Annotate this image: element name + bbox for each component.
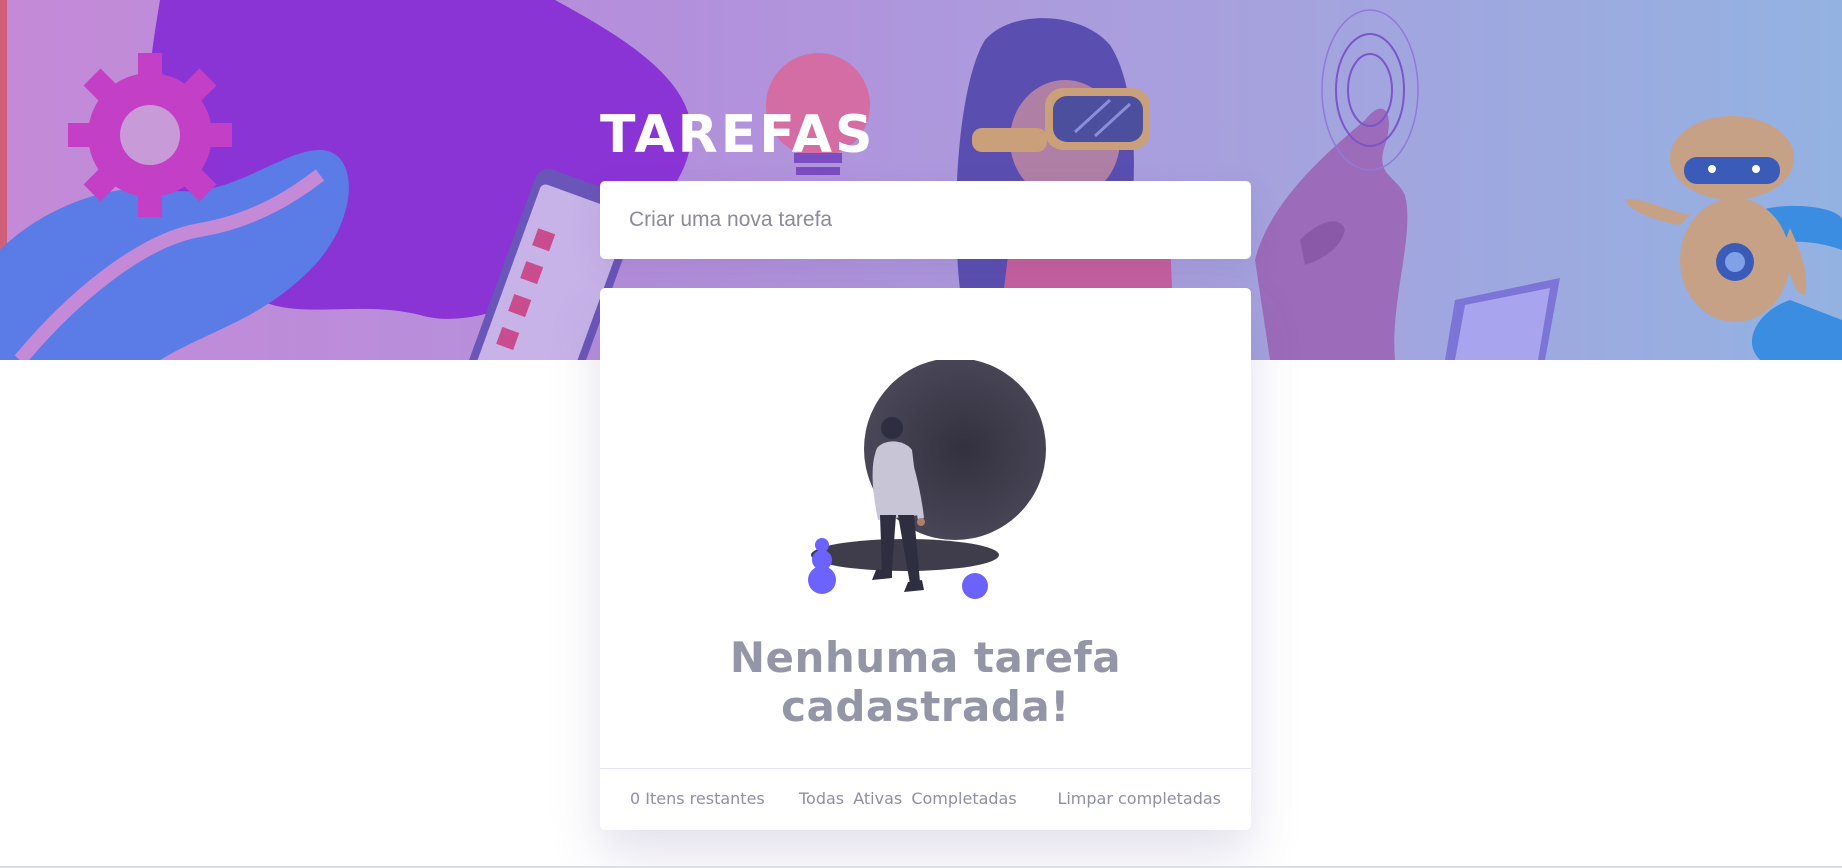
empty-state-message: Nenhuma tarefa cadastrada! <box>729 633 1122 731</box>
accent-dot <box>808 566 836 594</box>
accent-dot <box>812 550 832 570</box>
items-left-count: 0 Itens restantes <box>630 789 765 808</box>
filter-group: Todas Ativas Completadas <box>799 789 1021 808</box>
gear-icon <box>68 53 232 217</box>
task-footer: 0 Itens restantes Todas Ativas Completad… <box>600 768 1251 830</box>
laptop-icon <box>1445 278 1560 360</box>
filter-active[interactable]: Ativas <box>853 789 902 808</box>
page-title: TAREFAS <box>600 105 876 165</box>
clear-completed-button[interactable]: Limpar completadas <box>1057 789 1221 808</box>
accent-dot <box>962 573 988 599</box>
filter-all[interactable]: Todas <box>799 789 844 808</box>
task-list-card: Nenhuma tarefa cadastrada! 0 Itens resta… <box>600 288 1251 830</box>
empty-state-illustration <box>808 360 1046 599</box>
new-task-input[interactable] <box>600 181 1251 259</box>
robot-icon <box>1625 116 1842 360</box>
filter-completed[interactable]: Completadas <box>911 789 1016 808</box>
accent-dot <box>815 538 829 552</box>
fingerprint-icon <box>1321 9 1419 171</box>
new-task-field[interactable] <box>600 181 1251 259</box>
hand-figure <box>1255 108 1408 360</box>
